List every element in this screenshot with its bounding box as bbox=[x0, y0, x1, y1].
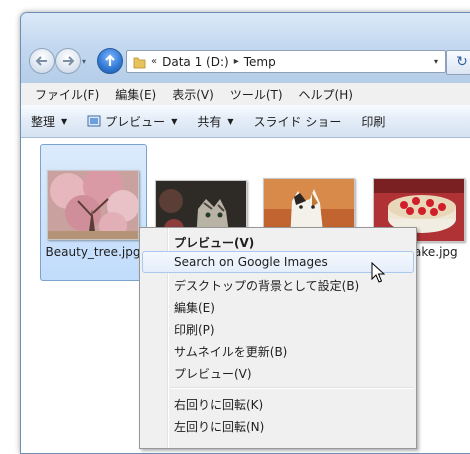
chevron-down-icon: ▼ bbox=[227, 116, 234, 126]
slideshow-label: スライド ショー bbox=[253, 114, 342, 129]
preview-icon bbox=[87, 115, 101, 127]
ctx-item-rotate-counterclockwise[interactable]: 左回りに回転(N) bbox=[142, 414, 414, 436]
ctx-item-rotate-clockwise[interactable]: 右回りに回転(K) bbox=[142, 392, 414, 414]
menu-file[interactable]: ファイル(F) bbox=[27, 86, 107, 103]
ctx-item-label: サムネイルを更新(B) bbox=[174, 345, 288, 359]
file-name-label[interactable]: Beauty_tree.jpg bbox=[43, 244, 143, 261]
history-dropdown-button[interactable]: ▾ bbox=[82, 57, 86, 66]
address-dropdown-button[interactable]: ▾ bbox=[427, 51, 445, 72]
print-label: 印刷 bbox=[361, 114, 386, 129]
menu-view[interactable]: 表示(V) bbox=[164, 86, 222, 103]
preview-button[interactable]: プレビュー ▼ bbox=[77, 113, 187, 130]
ctx-item-refresh-thumbnail[interactable]: サムネイルを更新(B) bbox=[142, 339, 414, 361]
folder-icon bbox=[133, 57, 146, 68]
breadcrumb-separator-icon[interactable]: ▸ bbox=[234, 56, 239, 67]
ctx-item-label: 印刷(P) bbox=[174, 323, 215, 337]
ctx-item-label: プレビュー(V) bbox=[174, 236, 255, 250]
file-name-label[interactable]: ake.jpg bbox=[414, 244, 470, 261]
organize-label: 整理 bbox=[31, 114, 56, 129]
ctx-item-preview[interactable]: プレビュー(V) bbox=[142, 361, 414, 383]
context-menu: プレビュー(V) Search on Google Images デスクトップの… bbox=[139, 227, 417, 449]
organize-button[interactable]: 整理 ▼ bbox=[21, 113, 77, 130]
slideshow-button[interactable]: スライド ショー bbox=[244, 113, 352, 130]
share-label: 共有 bbox=[197, 114, 222, 129]
ctx-item-preview-default[interactable]: プレビュー(V) bbox=[142, 230, 414, 252]
up-arrow-icon bbox=[105, 54, 115, 66]
ctx-item-label: 右回りに回転(K) bbox=[174, 398, 264, 412]
print-button[interactable]: 印刷 bbox=[351, 113, 395, 130]
chevron-down-icon: ▼ bbox=[61, 116, 68, 126]
menu-tools[interactable]: ツール(T) bbox=[222, 86, 291, 103]
ctx-item-print[interactable]: 印刷(P) bbox=[142, 317, 414, 339]
back-arrow-icon bbox=[35, 56, 47, 66]
menu-edit[interactable]: 編集(E) bbox=[107, 86, 164, 103]
share-button[interactable]: 共有 ▼ bbox=[187, 113, 243, 130]
preview-label: プレビュー bbox=[105, 114, 166, 129]
ctx-item-label: 編集(E) bbox=[174, 301, 215, 315]
menu-separator bbox=[170, 387, 414, 389]
file-thumbnail-blossom-tree[interactable] bbox=[47, 170, 139, 240]
ctx-item-label: 左回りに回転(N) bbox=[174, 420, 265, 434]
address-bar[interactable]: « Data 1 (D:) ▸ Temp ▾ bbox=[126, 50, 446, 73]
chevron-down-icon: ▼ bbox=[171, 116, 178, 126]
mouse-cursor-icon bbox=[371, 262, 386, 283]
ctx-item-label: プレビュー(V) bbox=[174, 367, 252, 381]
refresh-button[interactable]: ↻ bbox=[446, 50, 470, 75]
overflow-chevron[interactable]: « bbox=[151, 56, 157, 67]
command-toolbar: 整理 ▼ プレビュー ▼ 共有 ▼ スライド ショー 印刷 bbox=[21, 105, 470, 138]
breadcrumb-folder[interactable]: Temp bbox=[244, 55, 276, 69]
up-button[interactable] bbox=[97, 48, 123, 74]
forward-button[interactable] bbox=[55, 48, 81, 74]
ctx-item-label: Search on Google Images bbox=[174, 255, 328, 269]
breadcrumb-drive[interactable]: Data 1 (D:) bbox=[162, 55, 229, 69]
ctx-item-edit[interactable]: 編集(E) bbox=[142, 295, 414, 317]
back-button[interactable] bbox=[29, 48, 55, 74]
menu-bar: ファイル(F) 編集(E) 表示(V) ツール(T) ヘルプ(H) bbox=[21, 83, 470, 106]
ctx-item-label: デスクトップの背景として設定(B) bbox=[174, 279, 360, 293]
menu-help[interactable]: ヘルプ(H) bbox=[291, 86, 361, 103]
forward-arrow-icon bbox=[63, 56, 75, 66]
